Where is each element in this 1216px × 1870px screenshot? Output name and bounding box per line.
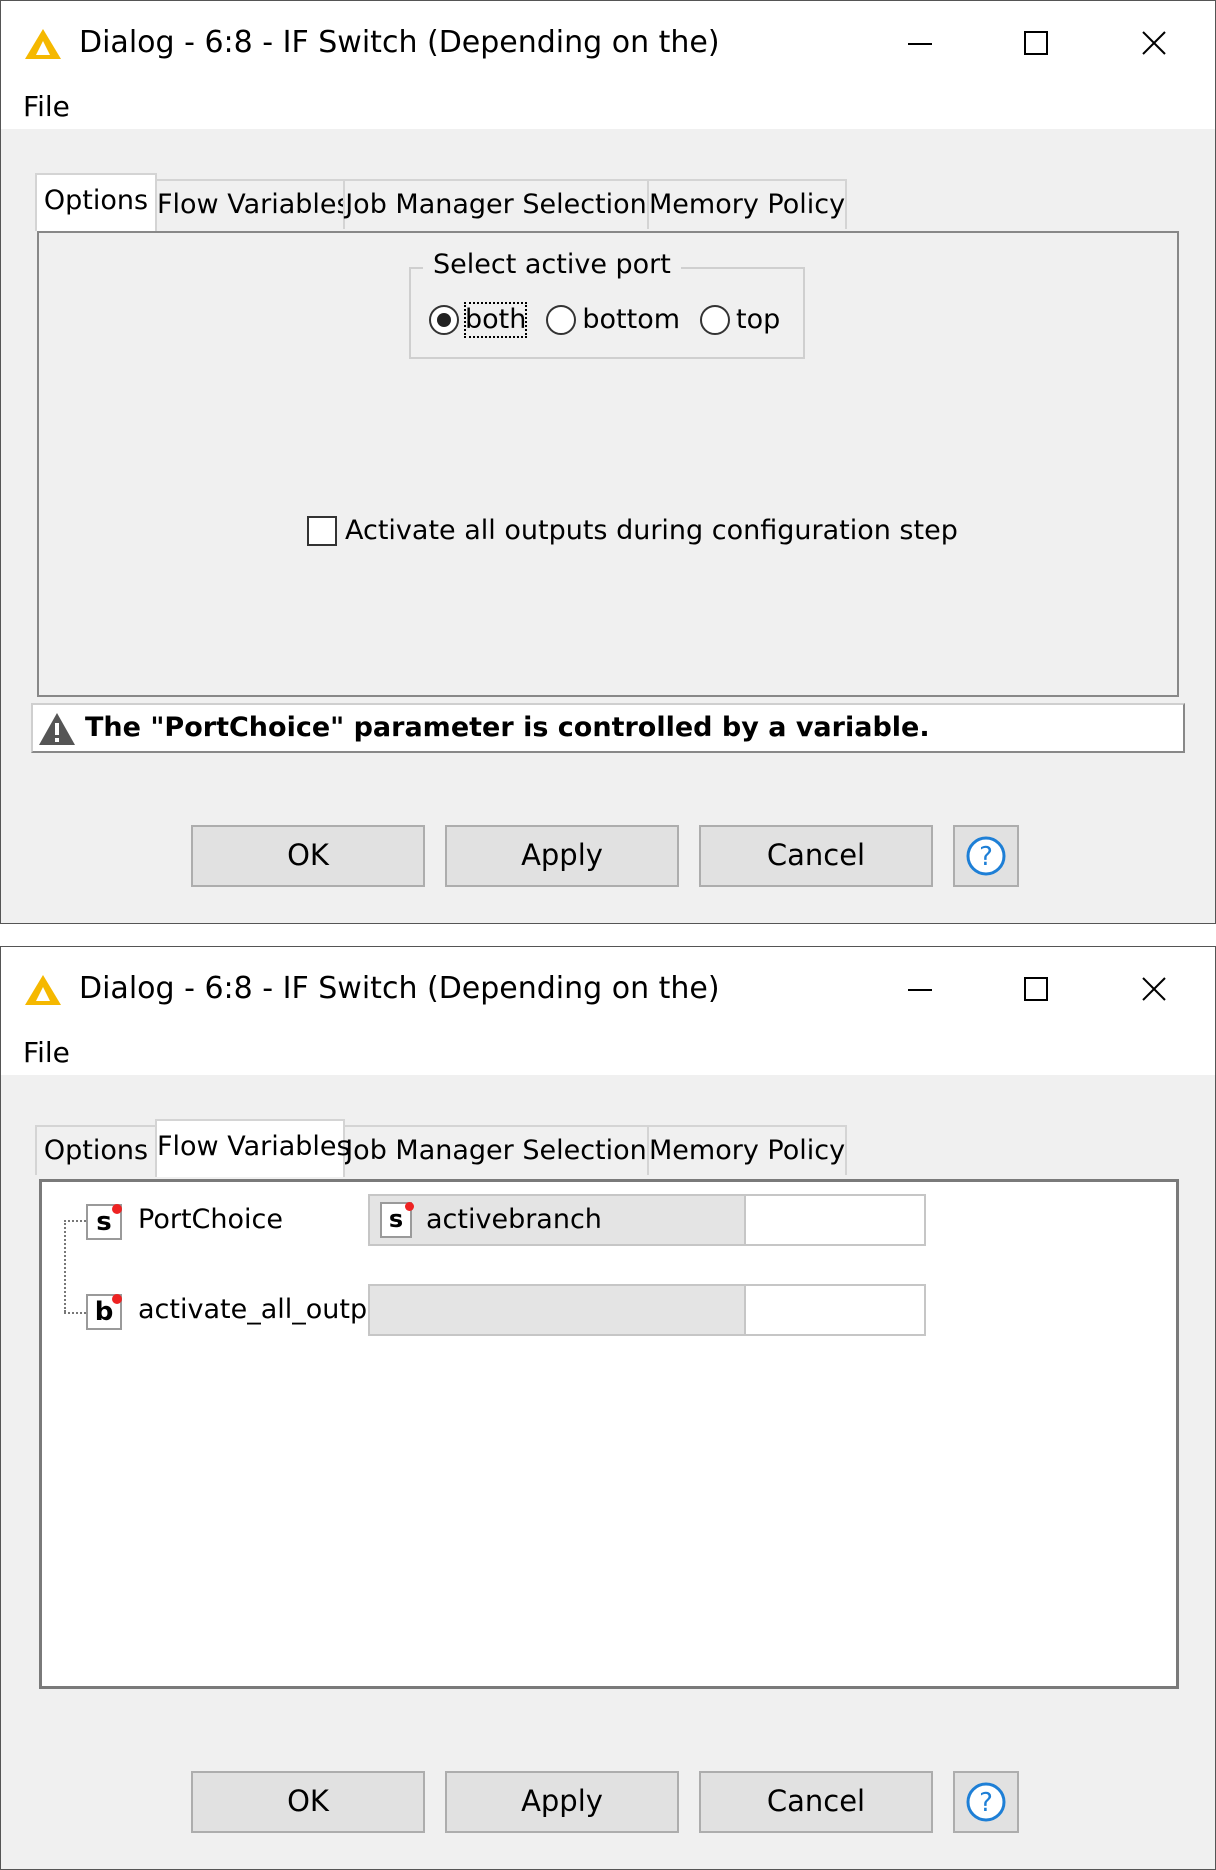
- warning-bar: The "PortChoice" parameter is controlled…: [31, 703, 1185, 753]
- maximize-button[interactable]: [991, 961, 1081, 1017]
- help-button[interactable]: ?: [953, 1771, 1019, 1833]
- variable-dot: [405, 1202, 414, 1211]
- close-icon: [1142, 977, 1166, 1001]
- variable-dot: [112, 1204, 122, 1214]
- tab-options[interactable]: Options: [35, 1125, 157, 1175]
- help-question-icon: ?: [966, 1782, 1006, 1822]
- variable-name-input-activate-all-outputs[interactable]: [744, 1284, 926, 1336]
- apply-button[interactable]: Apply: [445, 825, 679, 887]
- window-title: Dialog - 6:8 - IF Switch (Depending on t…: [79, 25, 720, 60]
- title-bar: Dialog - 6:8 - IF Switch (Depending on t…: [1, 1, 1215, 85]
- dialog-window-options: Dialog - 6:8 - IF Switch (Depending on t…: [0, 0, 1216, 924]
- help-button[interactable]: ?: [953, 825, 1019, 887]
- app-icon: [25, 29, 61, 59]
- menu-file[interactable]: File: [23, 1031, 70, 1075]
- type-glyph: s: [388, 1205, 404, 1233]
- tab-memory-policy[interactable]: Memory Policy: [647, 179, 847, 229]
- radio-top-indicator[interactable]: [700, 305, 731, 335]
- select-active-port-group: Select active port both bottom top: [409, 247, 805, 359]
- type-glyph: s: [96, 1207, 112, 1237]
- minimize-icon: [908, 989, 932, 991]
- help-glyph: ?: [979, 1788, 993, 1818]
- string-type-icon: s: [380, 1202, 414, 1238]
- radio-top[interactable]: top: [700, 303, 780, 337]
- window-title: Dialog - 6:8 - IF Switch (Depending on t…: [79, 971, 720, 1006]
- variable-name-input-portchoice[interactable]: [744, 1194, 926, 1246]
- radio-bottom[interactable]: bottom: [546, 303, 680, 337]
- warning-text: The "PortChoice" parameter is controlled…: [85, 712, 930, 743]
- cancel-button[interactable]: Cancel: [699, 1771, 933, 1833]
- menu-file[interactable]: File: [23, 85, 70, 129]
- group-label: Select active port: [423, 247, 681, 283]
- tab-bar: Options Flow Variables Job Manager Selec…: [35, 173, 1035, 233]
- radio-bottom-label[interactable]: bottom: [582, 303, 680, 337]
- radio-bottom-indicator[interactable]: [546, 305, 577, 335]
- tab-memory-policy[interactable]: Memory Policy: [647, 1125, 847, 1175]
- tab-flow-variables[interactable]: Flow Variables: [155, 1119, 351, 1177]
- dialog-window-flow-variables: Dialog - 6:8 - IF Switch (Depending on t…: [0, 946, 1216, 1870]
- close-button[interactable]: [1109, 961, 1199, 1017]
- help-glyph: ?: [979, 842, 993, 872]
- param-name-portchoice: PortChoice: [138, 1204, 283, 1235]
- variable-select-activate-all-outputs[interactable]: [368, 1284, 804, 1336]
- tab-job-manager-selection[interactable]: Job Manager Selection: [343, 1125, 649, 1175]
- ok-button[interactable]: OK: [191, 1771, 425, 1833]
- tab-options[interactable]: Options: [35, 173, 157, 231]
- activate-all-outputs-label[interactable]: Activate all outputs during configuratio…: [345, 515, 958, 546]
- menu-bar: File: [1, 1031, 1215, 1075]
- tab-job-manager-selection[interactable]: Job Manager Selection: [343, 179, 649, 229]
- tab-bar: Options Flow Variables Job Manager Selec…: [35, 1119, 1035, 1179]
- radio-both[interactable]: both: [429, 302, 528, 338]
- tree-connector: [64, 1220, 86, 1222]
- app-icon: [25, 975, 61, 1005]
- port-radio-group: both bottom top: [429, 302, 800, 338]
- radio-both-label[interactable]: both: [463, 302, 528, 338]
- activate-all-outputs-checkbox[interactable]: [307, 515, 337, 546]
- tree-connector: [64, 1312, 86, 1314]
- variable-select-portchoice[interactable]: s activebranch: [368, 1194, 804, 1246]
- warning-triangle-icon: [39, 713, 75, 745]
- ok-button[interactable]: OK: [191, 825, 425, 887]
- radio-top-label[interactable]: top: [736, 303, 780, 337]
- maximize-icon: [1024, 31, 1048, 55]
- string-type-icon: s: [86, 1204, 122, 1240]
- tree-connector: [64, 1220, 66, 1312]
- boolean-type-icon: b: [86, 1294, 122, 1330]
- variable-dot: [112, 1294, 122, 1304]
- cancel-button[interactable]: Cancel: [699, 825, 933, 887]
- param-name-activate-all-outputs: activate_all_outp...: [138, 1294, 393, 1325]
- type-glyph: b: [94, 1297, 114, 1327]
- selected-variable: activebranch: [426, 1204, 602, 1235]
- close-icon: [1142, 31, 1166, 55]
- close-button[interactable]: [1109, 15, 1199, 71]
- menu-bar: File: [1, 85, 1215, 129]
- maximize-button[interactable]: [991, 15, 1081, 71]
- minimize-icon: [908, 43, 932, 45]
- help-question-icon: ?: [966, 836, 1006, 876]
- minimize-button[interactable]: [875, 961, 965, 1017]
- activate-all-outputs-row[interactable]: Activate all outputs during configuratio…: [307, 515, 958, 546]
- minimize-button[interactable]: [875, 15, 965, 71]
- apply-button[interactable]: Apply: [445, 1771, 679, 1833]
- options-panel: Select active port both bottom top Activ…: [37, 231, 1179, 697]
- tab-flow-variables[interactable]: Flow Variables: [155, 179, 351, 229]
- flow-variables-panel: s PortChoice s activebranch b activate_a…: [39, 1179, 1179, 1689]
- title-bar: Dialog - 6:8 - IF Switch (Depending on t…: [1, 947, 1215, 1031]
- maximize-icon: [1024, 977, 1048, 1001]
- radio-both-indicator[interactable]: [429, 305, 459, 335]
